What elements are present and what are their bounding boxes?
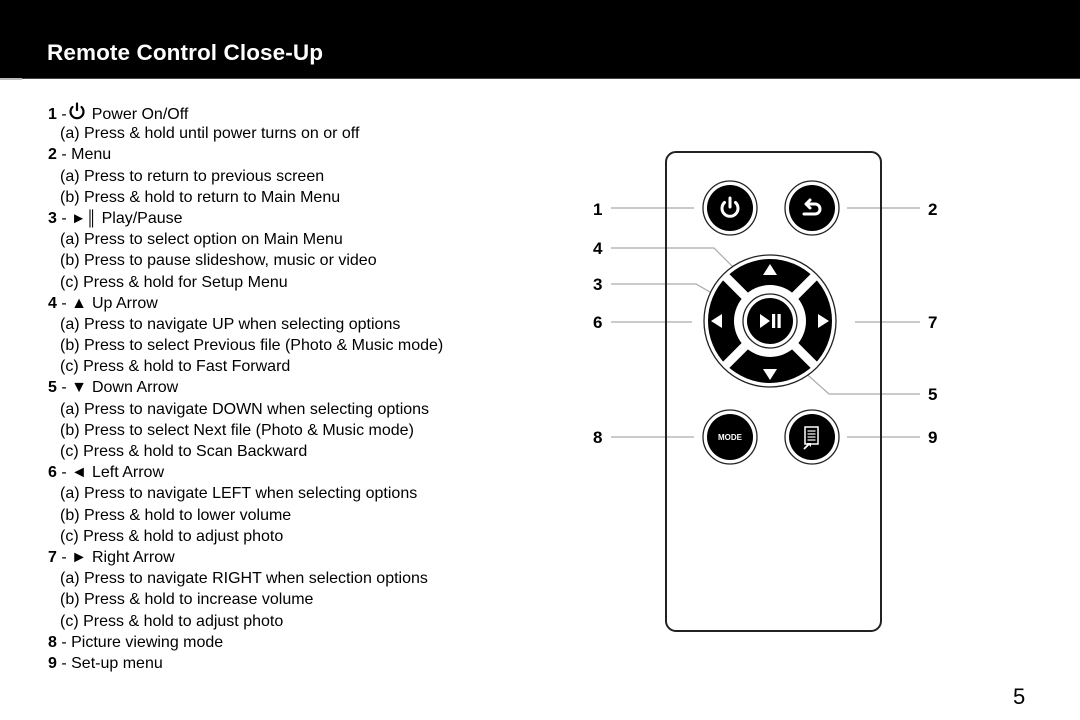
callout-3: 3 <box>593 275 602 294</box>
callout-7: 7 <box>928 313 937 332</box>
leader-line-4 <box>611 247 741 275</box>
callout-4: 4 <box>593 239 603 258</box>
leader-line-5 <box>800 368 920 395</box>
mode-button-label: MODE <box>718 433 743 442</box>
callout-5: 5 <box>928 385 937 404</box>
callout-9: 9 <box>928 428 937 447</box>
remote-diagram: MODE 1 4 3 6 8 2 7 5 9 <box>593 151 937 632</box>
setup-menu-button[interactable] <box>784 409 840 465</box>
page-number: 5 <box>1013 684 1026 709</box>
callout-6: 6 <box>593 313 602 332</box>
play-pause-button[interactable] <box>742 293 798 349</box>
mode-button[interactable]: MODE <box>702 409 758 465</box>
menu-back-button[interactable] <box>784 180 840 236</box>
d-pad <box>703 254 837 388</box>
callout-2: 2 <box>928 200 937 219</box>
callout-8: 8 <box>593 428 602 447</box>
callout-1: 1 <box>593 200 602 219</box>
remote-body <box>665 151 882 632</box>
power-button[interactable] <box>702 180 758 236</box>
